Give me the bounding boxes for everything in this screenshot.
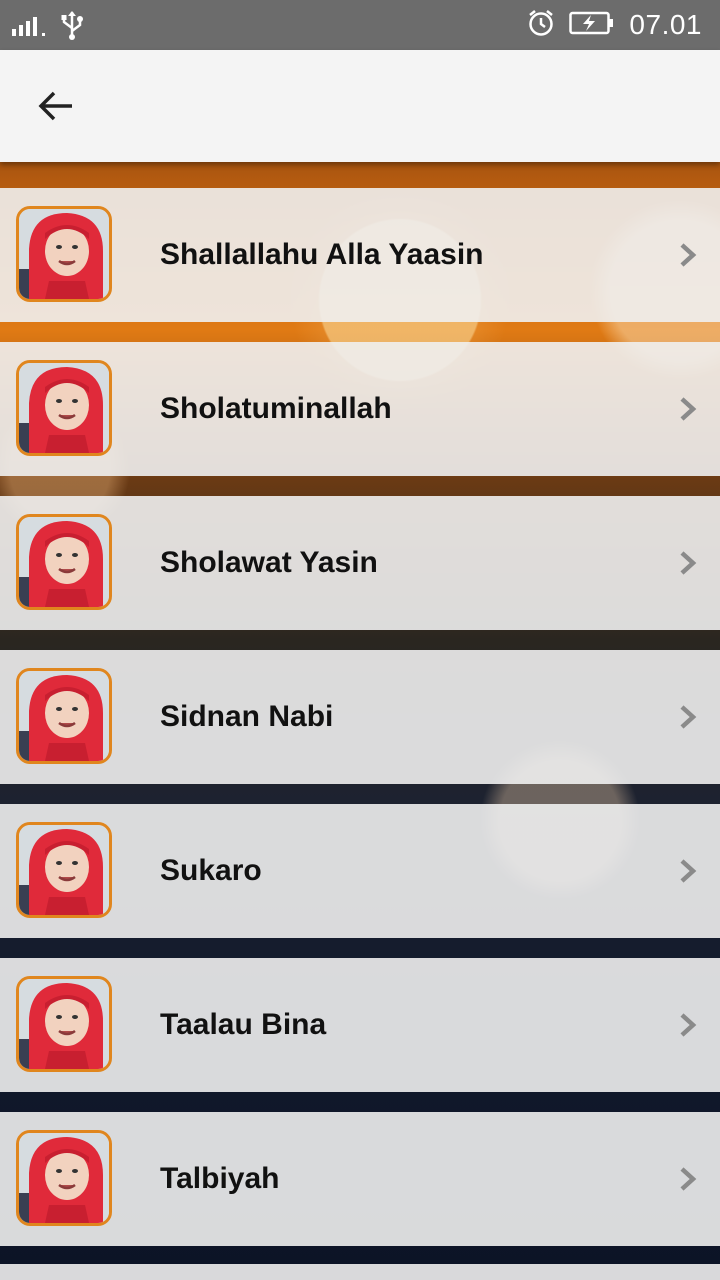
song-title: Sholawat Yasin bbox=[160, 546, 378, 579]
list-item[interactable]: Sholatuminallah bbox=[0, 342, 720, 476]
song-title: Sidnan Nabi bbox=[160, 700, 334, 733]
chevron-right-icon bbox=[680, 1167, 697, 1191]
song-thumbnail bbox=[16, 514, 112, 610]
song-title: Taalau Bina bbox=[160, 1008, 327, 1041]
signal-icon bbox=[12, 14, 45, 36]
song-thumbnail bbox=[16, 668, 112, 764]
chevron-right-icon bbox=[680, 705, 697, 729]
app-bar bbox=[0, 50, 720, 162]
chevron-right-icon bbox=[680, 859, 697, 883]
chevron-right-icon bbox=[680, 551, 697, 575]
chevron-right-icon bbox=[680, 397, 697, 421]
status-time: 07.01 bbox=[629, 9, 702, 40]
usb-icon bbox=[59, 10, 85, 40]
chevron-right-icon bbox=[680, 1013, 697, 1037]
list-item[interactable]: Sholawat Yasin bbox=[0, 496, 720, 630]
list-item-partial bbox=[0, 1264, 720, 1280]
battery-charging-icon bbox=[569, 10, 615, 41]
song-title: Shallallahu Alla Yaasin bbox=[160, 238, 484, 271]
chevron-right-icon bbox=[680, 243, 697, 267]
alarm-icon bbox=[527, 8, 555, 43]
song-thumbnail bbox=[16, 822, 112, 918]
list-item[interactable]: Taalau Bina bbox=[0, 958, 720, 1092]
song-title: Sholatuminallah bbox=[160, 392, 392, 425]
status-bar: 07.01 bbox=[0, 0, 720, 50]
song-thumbnail bbox=[16, 1130, 112, 1226]
song-title: Sukaro bbox=[160, 854, 262, 887]
list-item[interactable]: Sukaro bbox=[0, 804, 720, 938]
song-thumbnail bbox=[16, 360, 112, 456]
back-button[interactable] bbox=[24, 78, 88, 134]
song-thumbnail bbox=[16, 206, 112, 302]
list-item[interactable]: Talbiyah bbox=[0, 1112, 720, 1246]
song-thumbnail bbox=[16, 976, 112, 1072]
arrow-left-icon bbox=[38, 91, 72, 121]
list-item[interactable]: Sidnan Nabi bbox=[0, 650, 720, 784]
list-item[interactable]: Shallallahu Alla Yaasin bbox=[0, 188, 720, 322]
song-title: Talbiyah bbox=[160, 1162, 280, 1195]
